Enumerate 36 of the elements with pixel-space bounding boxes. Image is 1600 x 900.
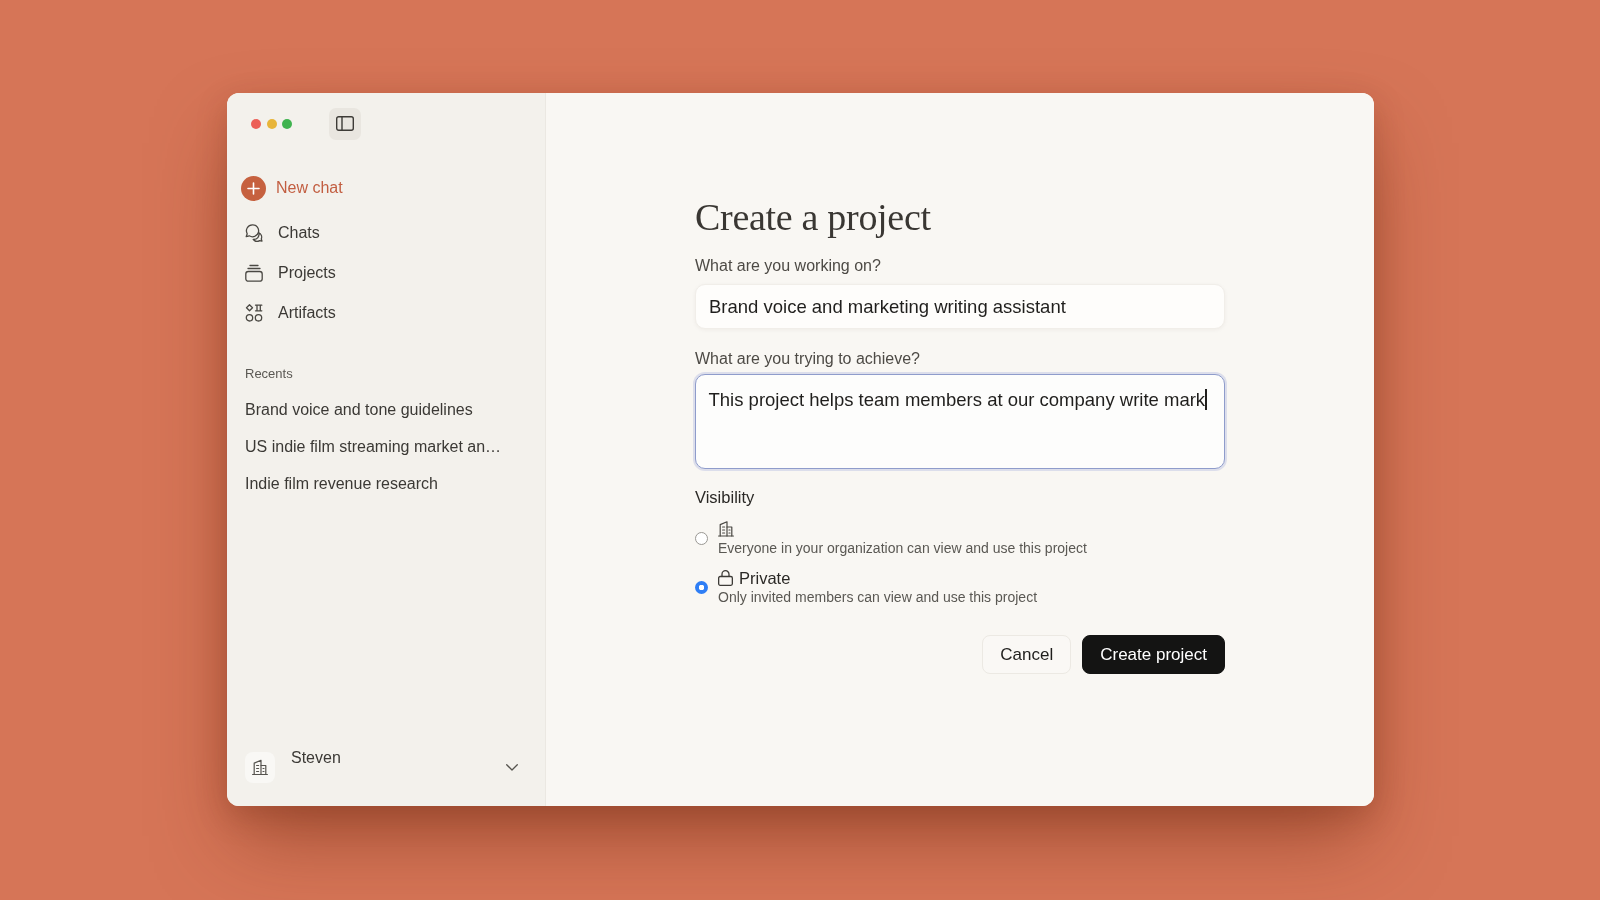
sidebar-nav-item[interactable]: Chats [227,213,328,253]
field-label: What are you trying to achieve? [695,349,920,369]
create-project-button[interactable]: Create project [1082,635,1225,674]
window-minimize-icon [266,118,277,129]
field-label: What are you working on? [695,256,881,276]
recent-chat-item[interactable]: Indie film revenue research [245,465,438,502]
sidebar-nav-item[interactable]: Projects [227,253,344,293]
option-description: Only invited members can view and use this project [718,588,1038,606]
option-description: Everyone in your organization can view and use this project [718,539,1087,557]
section-heading: Recents [244,366,293,382]
recent-chat-item[interactable]: Brand voice and tone guidelines [245,391,473,428]
text-area-field[interactable]: This project helps team members at our company write mark [695,374,1225,469]
chevron-down-icon [506,764,518,771]
chat-bubbles-icon [245,224,263,242]
text-cursor-icon [1205,388,1207,410]
building-icon [718,521,734,537]
recent-chat-item[interactable]: US indie film streaming market an… [245,428,502,465]
radio-button[interactable] [695,531,708,545]
tray-icon [245,264,263,282]
account-menu-button[interactable]: Steven [245,752,518,783]
shapes-grid-icon [245,304,263,322]
lock-icon [718,570,733,586]
sidebar-toggle-icon [336,116,354,131]
plus-circle-icon [241,175,266,201]
cancel-button[interactable]: Cancel [982,635,1072,674]
building-icon [245,752,275,783]
section-heading: Visibility [695,487,755,507]
new-chat-button[interactable]: New chat [241,168,343,208]
option-title: Private [739,568,791,588]
window-maximize-icon [282,118,292,129]
page-title: Create a project [695,195,931,239]
sidebar-toggle-button[interactable] [329,107,361,140]
window-close-icon [251,118,261,129]
radio-button[interactable] [695,580,708,594]
text-input-field[interactable]: Brand voice and marketing writing assistant [695,284,1225,329]
sidebar-nav-item[interactable]: Artifacts [227,293,344,333]
